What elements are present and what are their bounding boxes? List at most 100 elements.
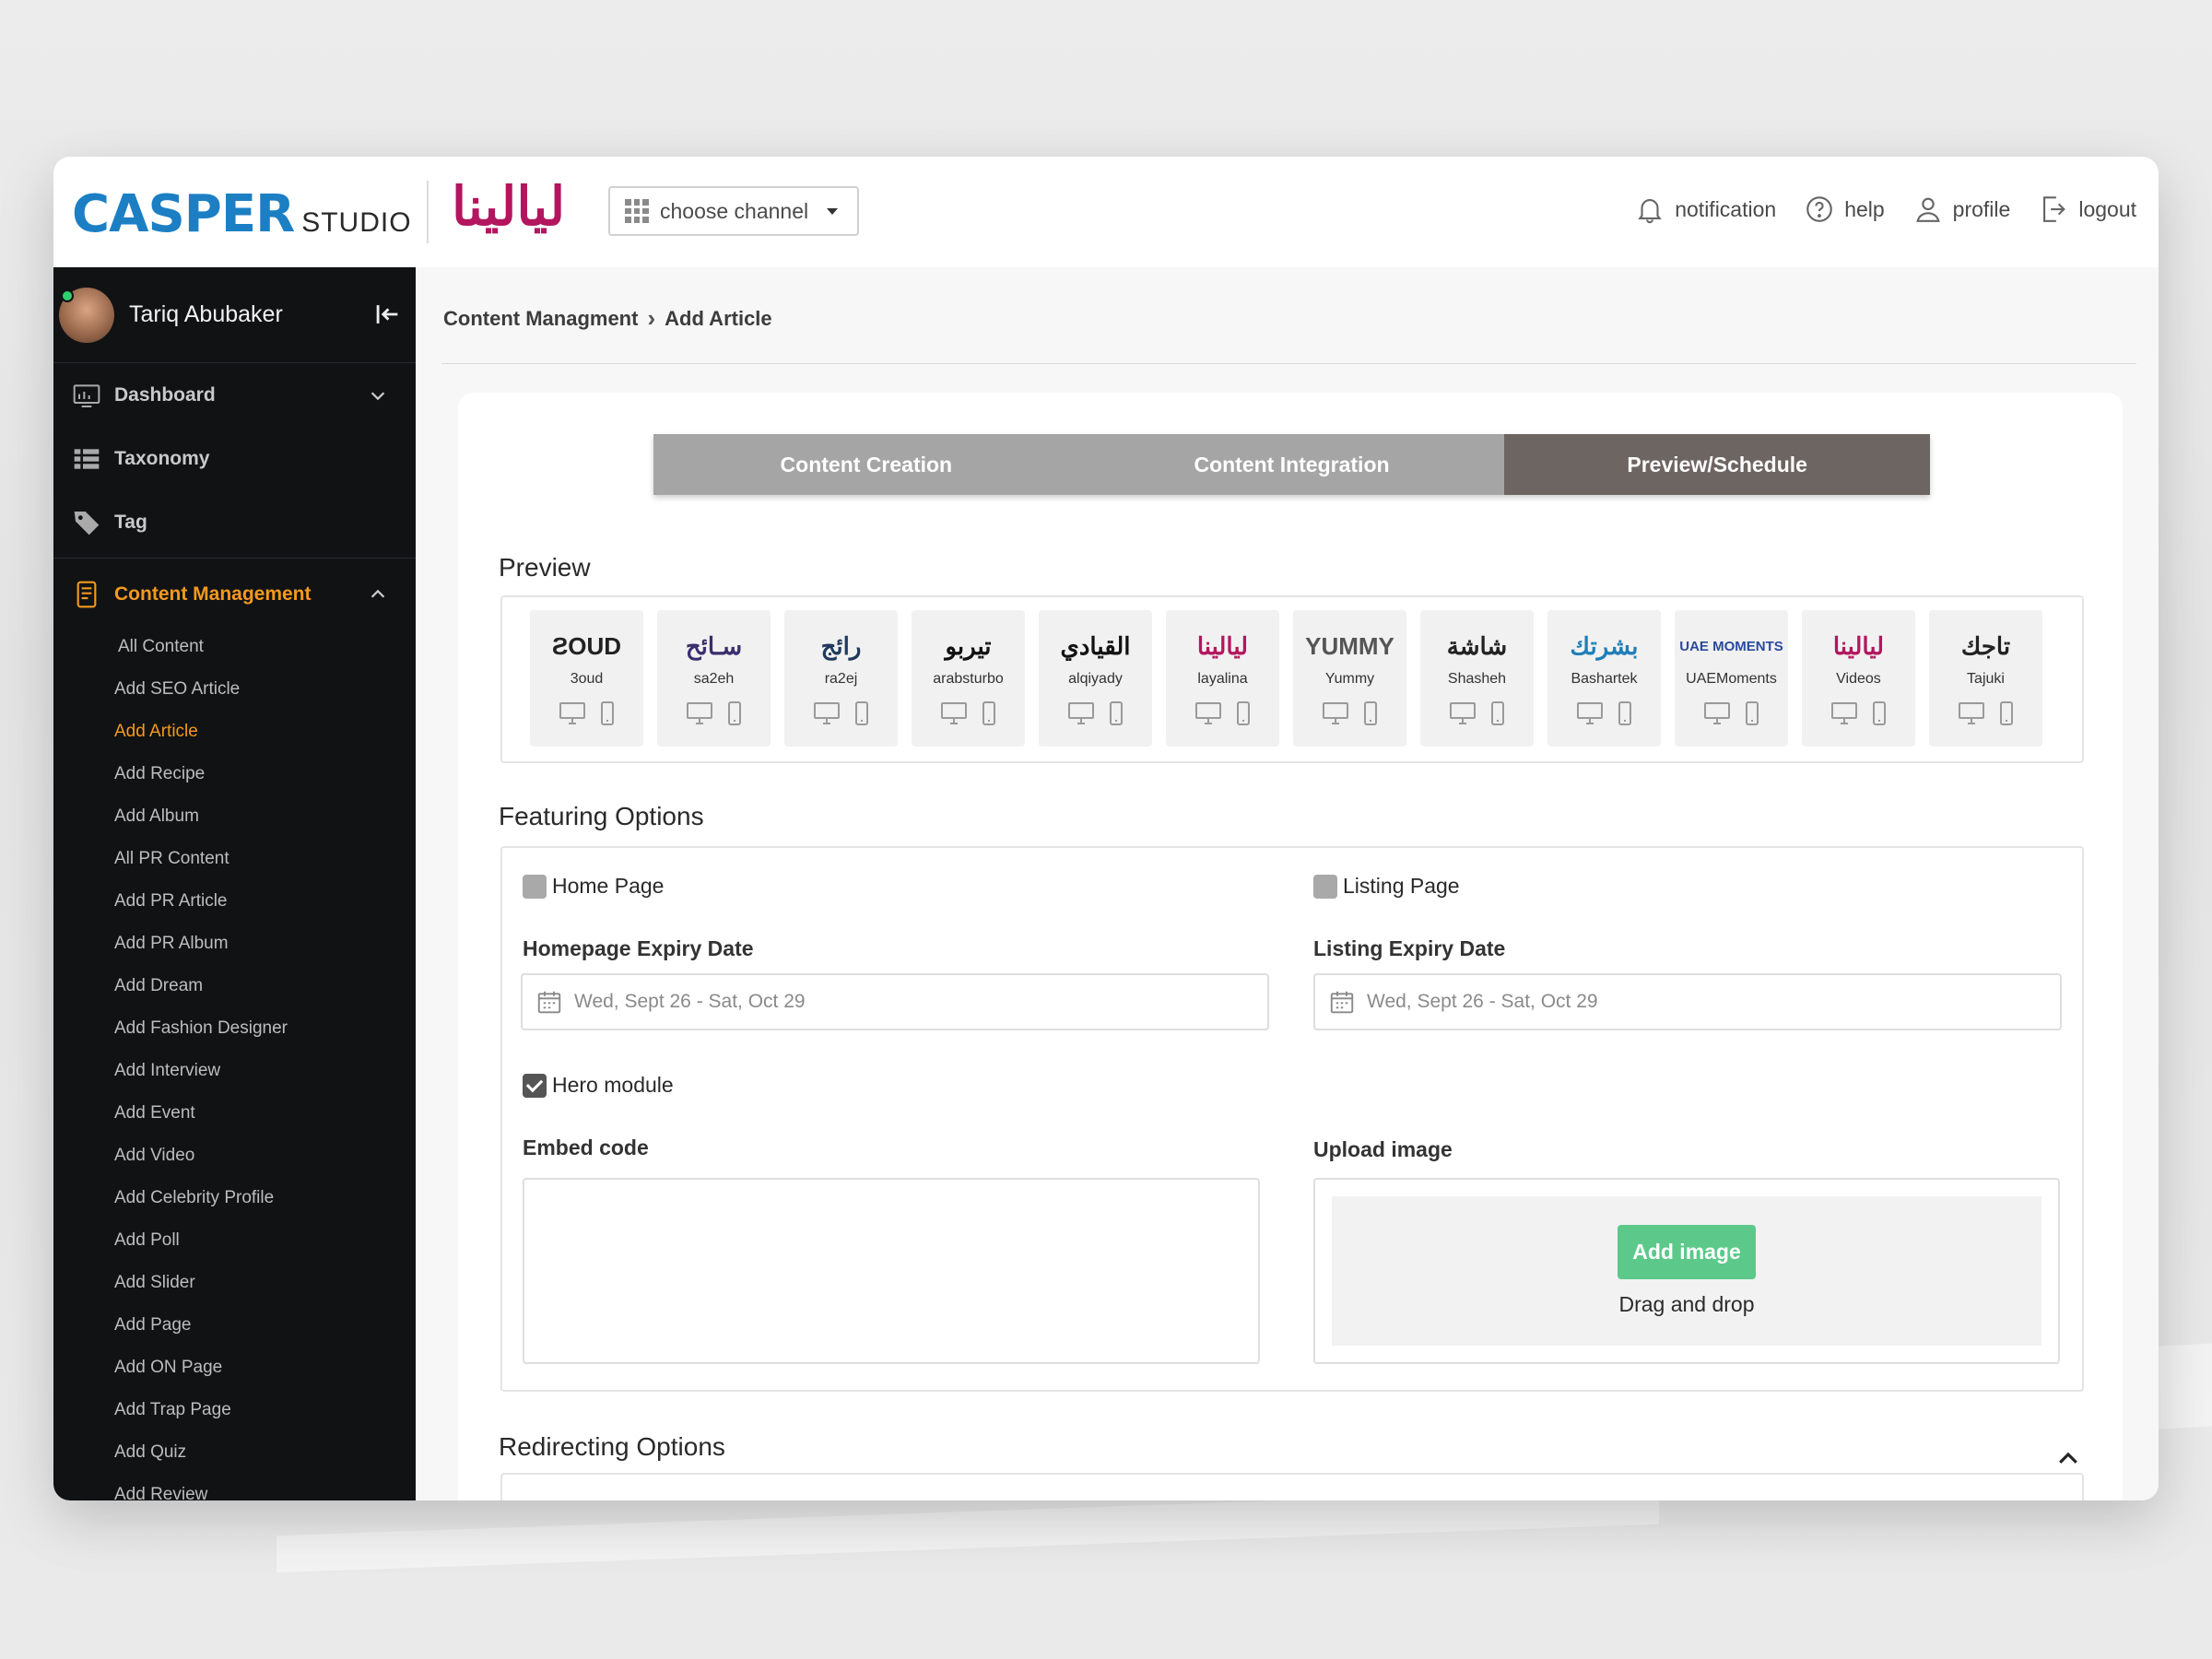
mobile-preview-icon[interactable]: [1235, 700, 1252, 726]
sidebar-item-taxonomy[interactable]: Taxonomy: [53, 427, 416, 490]
brand-divider: [427, 181, 429, 243]
mobile-preview-icon[interactable]: [599, 700, 616, 726]
checkbox-checked-icon: [523, 1073, 547, 1098]
desktop-preview-icon[interactable]: [1322, 700, 1349, 726]
sidebar-item-label: Tag: [114, 511, 147, 533]
preview-site-tile[interactable]: شاشة Shasheh: [1420, 610, 1534, 747]
avatar[interactable]: [59, 287, 114, 343]
preview-site-tile[interactable]: بشرتك Bashartek: [1547, 610, 1661, 747]
sidebar-item-content-management[interactable]: Content Management: [53, 562, 416, 626]
dropzone-inner: Add image Drag and drop: [1332, 1196, 2041, 1346]
listing-page-checkbox[interactable]: Listing Page: [1313, 874, 1460, 899]
desktop-preview-icon[interactable]: [1449, 700, 1477, 726]
breadcrumb-parent[interactable]: Content Managment: [443, 307, 638, 331]
desktop-preview-icon[interactable]: [686, 700, 713, 726]
site-name: Shasheh: [1447, 671, 1507, 687]
mobile-preview-icon[interactable]: [1362, 700, 1379, 726]
mobile-preview-icon[interactable]: [1489, 700, 1506, 726]
desktop-preview-icon[interactable]: [1194, 700, 1222, 726]
upload-image-label: Upload image: [1313, 1137, 1453, 1161]
preview-site-tile[interactable]: UAE MOMENTS UAEMoments: [1675, 610, 1788, 747]
logout-button[interactable]: logout: [2038, 194, 2136, 225]
casper-studio-logo[interactable]: CASPER STUDIO: [72, 184, 412, 244]
preview-site-tile[interactable]: ƧOUD 3oud: [530, 610, 643, 747]
submenu-item-add-dream[interactable]: Add Dream: [114, 965, 416, 1007]
submenu-item-add-video[interactable]: Add Video: [114, 1135, 416, 1177]
site-name: alqiyady: [1068, 671, 1123, 687]
mobile-preview-icon[interactable]: [1998, 700, 2015, 726]
dashboard-icon: [73, 383, 100, 407]
homepage-expiry-value: Wed, Sept 26 - Sat, Oct 29: [574, 991, 806, 1012]
breadcrumb: Content Managment › Add Article: [443, 304, 772, 333]
submenu-item-all-content[interactable]: All Content: [114, 626, 416, 668]
site-name: UAEMoments: [1686, 671, 1777, 687]
help-button[interactable]: help: [1804, 194, 1885, 225]
submenu-item-add-page[interactable]: Add Page: [114, 1304, 416, 1347]
submenu-item-add-on-page[interactable]: Add ON Page: [114, 1347, 416, 1389]
mobile-preview-icon[interactable]: [1617, 700, 1633, 726]
preview-site-tile[interactable]: القيادي alqiyady: [1039, 610, 1152, 747]
preview-site-tile[interactable]: ليالينا Videos: [1802, 610, 1915, 747]
preview-site-tile[interactable]: رائج ra2ej: [784, 610, 898, 747]
submenu-item-add-recipe[interactable]: Add Recipe: [114, 753, 416, 795]
submenu-item-add-poll[interactable]: Add Poll: [114, 1219, 416, 1262]
desktop-preview-icon[interactable]: [1067, 700, 1095, 726]
desktop-preview-icon[interactable]: [1576, 700, 1604, 726]
preview-site-tile[interactable]: تاجك Tajuki: [1929, 610, 2042, 747]
collapse-sidebar-icon[interactable]: [371, 299, 403, 330]
submenu-item-add-event[interactable]: Add Event: [114, 1092, 416, 1135]
mobile-preview-icon[interactable]: [1871, 700, 1888, 726]
listing-expiry-date-input[interactable]: Wed, Sept 26 - Sat, Oct 29: [1313, 973, 2062, 1030]
tab-preview-schedule[interactable]: Preview/Schedule: [1504, 434, 1931, 495]
site-name: layalina: [1197, 671, 1248, 687]
submenu-item-add-pr-album[interactable]: Add PR Album: [114, 923, 416, 965]
hero-module-checkbox[interactable]: Hero module: [523, 1073, 674, 1098]
mobile-preview-icon[interactable]: [853, 700, 870, 726]
submenu-item-add-seo-article[interactable]: Add SEO Article: [114, 668, 416, 711]
mobile-preview-icon[interactable]: [1108, 700, 1124, 726]
desktop-preview-icon[interactable]: [1958, 700, 1985, 726]
profile-button[interactable]: profile: [1912, 194, 2010, 225]
desktop-preview-icon[interactable]: [1703, 700, 1731, 726]
preview-site-tile[interactable]: سـائح sa2eh: [657, 610, 771, 747]
submenu-item-add-pr-article[interactable]: Add PR Article: [114, 880, 416, 923]
embed-code-textarea[interactable]: [523, 1178, 1260, 1364]
device-preview-buttons: [559, 700, 616, 726]
preview-site-tile[interactable]: ليالينا layalina: [1166, 610, 1279, 747]
sidebar-item-label: Content Management: [114, 582, 312, 605]
submenu-item-add-slider[interactable]: Add Slider: [114, 1262, 416, 1304]
featuring-options-title: Featuring Options: [499, 802, 704, 830]
desktop-preview-icon[interactable]: [1830, 700, 1858, 726]
desktop-preview-icon[interactable]: [559, 700, 586, 726]
submenu-item-add-quiz[interactable]: Add Quiz: [114, 1431, 416, 1474]
submenu-item-add-fashion-designer[interactable]: Add Fashion Designer: [114, 1007, 416, 1050]
checkbox-unchecked-icon: [1313, 874, 1337, 899]
sidebar-item-dashboard[interactable]: Dashboard: [53, 363, 416, 427]
upload-image-dropzone[interactable]: Add image Drag and drop: [1313, 1178, 2060, 1364]
desktop-preview-icon[interactable]: [813, 700, 841, 726]
submenu-item-add-album[interactable]: Add Album: [114, 795, 416, 838]
collapse-chevron-up-icon[interactable]: [2054, 1445, 2082, 1473]
preview-site-tile[interactable]: تيربو arabsturbo: [912, 610, 1025, 747]
mobile-preview-icon[interactable]: [981, 700, 997, 726]
tab-content-integration[interactable]: Content Integration: [1078, 434, 1505, 495]
add-image-button[interactable]: Add image: [1618, 1225, 1756, 1279]
mobile-preview-icon[interactable]: [1744, 700, 1760, 726]
homepage-expiry-date-input[interactable]: Wed, Sept 26 - Sat, Oct 29: [521, 973, 1269, 1030]
home-page-checkbox[interactable]: Home Page: [523, 874, 664, 899]
channel-select[interactable]: choose channel: [608, 186, 859, 236]
mobile-preview-icon[interactable]: [726, 700, 743, 726]
desktop-preview-icon[interactable]: [940, 700, 968, 726]
sidebar-item-tag[interactable]: Tag: [53, 490, 416, 554]
submenu-item-add-review[interactable]: Add Review: [114, 1474, 416, 1500]
submenu-item-add-celebrity-profile[interactable]: Add Celebrity Profile: [114, 1177, 416, 1219]
submenu-item-add-article[interactable]: Add Article: [114, 711, 416, 753]
preview-site-tile[interactable]: YUMMY Yummy: [1293, 610, 1406, 747]
notification-button[interactable]: notification: [1634, 194, 1776, 225]
site-logo: سـائح: [685, 631, 743, 660]
submenu-item-add-interview[interactable]: Add Interview: [114, 1050, 416, 1092]
tab-content-creation[interactable]: Content Creation: [653, 434, 1079, 495]
device-preview-buttons: [813, 700, 870, 726]
submenu-item-add-trap-page[interactable]: Add Trap Page: [114, 1389, 416, 1431]
submenu-item-all-pr-content[interactable]: All PR Content: [114, 838, 416, 880]
